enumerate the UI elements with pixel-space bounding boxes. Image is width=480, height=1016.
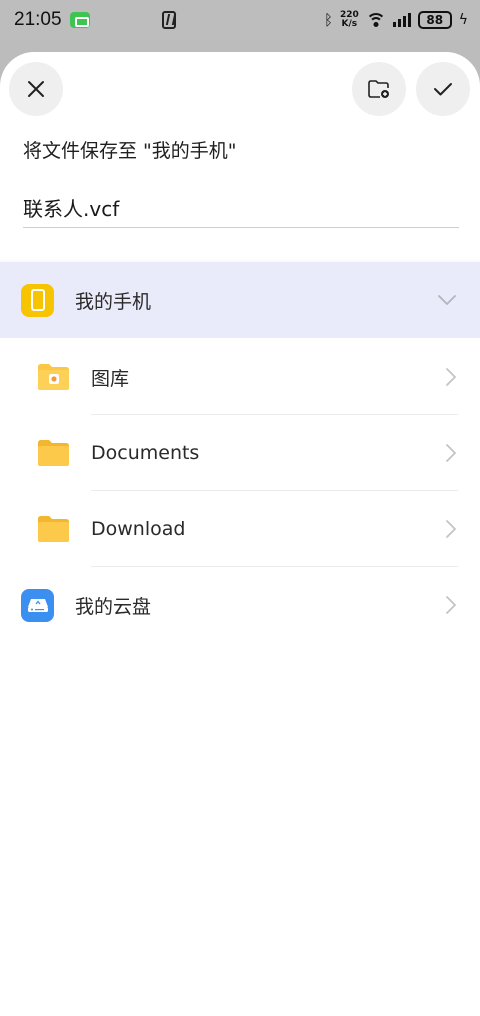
- battery-icon: 88: [417, 11, 452, 29]
- close-icon: [28, 81, 44, 97]
- status-left: 21:05: [14, 9, 90, 31]
- dialog-title: 将文件保存至 "我的手机": [23, 140, 237, 162]
- location-my-phone[interactable]: 我的手机: [0, 262, 480, 338]
- new-folder-button[interactable]: [352, 62, 406, 116]
- status-time: 21:05: [14, 9, 62, 30]
- drive-glyph: [27, 599, 48, 612]
- location-label: 我的手机: [75, 290, 152, 313]
- phone-storage-icon: [21, 283, 54, 317]
- gallery-folder-icon: [38, 364, 69, 390]
- chevron-right-icon: [446, 368, 456, 386]
- location-label: 我的云盘: [75, 595, 152, 618]
- folder-label: Download: [91, 518, 186, 540]
- confirm-button[interactable]: [416, 62, 470, 116]
- cloud-drive-icon: [21, 588, 54, 622]
- signal-icon: [392, 13, 411, 27]
- save-sheet: 将文件保存至 "我的手机" 我的手机 图库 Documents: [0, 52, 480, 1016]
- folder-label: 图库: [91, 367, 130, 390]
- folder-gallery[interactable]: 图库: [0, 339, 480, 415]
- check-icon: [434, 83, 452, 96]
- charging-icon: ϟ: [458, 12, 468, 28]
- status-right: ᛒ 220 K/s 88 ϟ: [324, 11, 468, 29]
- folder-icon: [38, 440, 69, 466]
- new-folder-icon: [368, 80, 389, 98]
- bluetooth-icon: ᛒ: [323, 11, 333, 29]
- folder-download[interactable]: Download: [0, 491, 480, 567]
- chevron-right-icon: [446, 444, 456, 462]
- nfc-icon: [162, 11, 176, 29]
- close-button[interactable]: [9, 62, 63, 116]
- folder-documents[interactable]: Documents: [0, 415, 480, 491]
- chevron-right-icon: [446, 520, 456, 538]
- network-speed: 220 K/s: [340, 11, 359, 29]
- folder-icon: [38, 516, 69, 542]
- message-notification-icon: [69, 12, 90, 28]
- network-speed-unit: K/s: [341, 19, 358, 29]
- location-cloud-drive[interactable]: 我的云盘: [0, 567, 480, 643]
- wifi-icon: [365, 13, 386, 27]
- chevron-right-icon: [446, 596, 456, 614]
- folder-label: Documents: [91, 442, 200, 464]
- filename-input[interactable]: [23, 188, 459, 228]
- status-bar: 21:05 ᛒ 220 K/s 88 ϟ: [0, 0, 480, 40]
- chevron-down-icon: [438, 295, 456, 305]
